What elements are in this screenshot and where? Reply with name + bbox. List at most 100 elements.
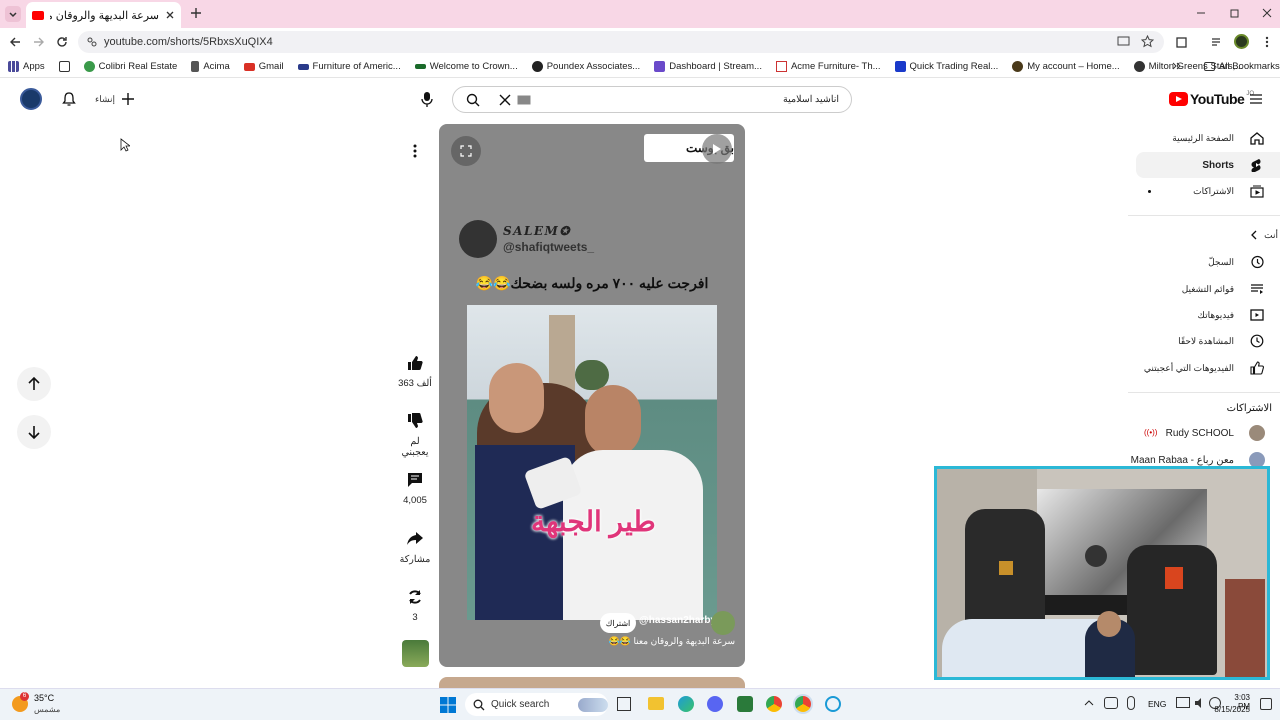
url-field[interactable]: youtube.com/shorts/5RbxsXuQIX4 [78, 31, 1164, 53]
like-action[interactable]: 363 ألف [398, 348, 432, 389]
onedrive-icon[interactable] [1104, 697, 1118, 709]
next-short-button[interactable] [17, 415, 51, 449]
sidebar-item-watch-later[interactable]: المشاهدة لاحقًا [1128, 328, 1280, 354]
sidebar-item-your-videos[interactable]: فيديوهاتك [1128, 302, 1280, 328]
forward-button[interactable] [32, 35, 46, 49]
sidebar-item-history[interactable]: السجلّ [1128, 249, 1280, 275]
channel-handle[interactable]: @hassan2harby [639, 615, 716, 626]
short-title[interactable]: سرعة البديهة والروقان معنا 😂😂 [449, 636, 735, 647]
sidebar-channel-rudy[interactable]: ((•)) Rudy SCHOOL [1128, 420, 1280, 446]
search-input[interactable]: اناشيد اسلامية [783, 94, 839, 105]
clock-date[interactable]: 8/15/2025 [1212, 705, 1250, 714]
bookmark-furniture-america[interactable]: Furniture of Americ... [297, 61, 401, 72]
media-button[interactable] [1210, 35, 1224, 49]
sidebar-item-home[interactable]: الصفحة الرئيسية [1128, 125, 1280, 151]
weather-condition[interactable]: مشمس [34, 705, 60, 714]
notifications-button[interactable] [61, 91, 77, 107]
subscribe-button[interactable]: اشتراك [600, 613, 636, 633]
site-info-icon[interactable] [86, 36, 98, 48]
double-chevron-icon [1172, 62, 1181, 70]
more-bookmarks-button[interactable] [1172, 61, 1182, 71]
youtube-logo[interactable]: YouTube JO [1169, 91, 1254, 107]
back-button[interactable] [8, 35, 22, 49]
reload-button[interactable] [55, 35, 69, 49]
short-player[interactable]: بق بوست SALEM✪ @shafiqtweets_ افرجت عليه… [439, 124, 745, 667]
edge-icon[interactable] [678, 696, 694, 712]
notification-icon[interactable] [1260, 698, 1272, 710]
create-button[interactable]: إنشاء [90, 87, 140, 111]
fullscreen-button[interactable] [451, 136, 481, 166]
bookmark-quick-trading[interactable]: Quick Trading Real... [894, 61, 998, 72]
remix-action[interactable]: 3 [398, 582, 432, 623]
app-icon[interactable] [825, 696, 841, 712]
remix-button[interactable] [400, 582, 430, 612]
language-indicator[interactable]: ENG [1148, 699, 1166, 709]
start-button[interactable] [440, 697, 456, 713]
search-icon[interactable] [466, 93, 480, 107]
sidebar-item-subscriptions[interactable]: الاشتراكات [1128, 178, 1280, 204]
search-box[interactable]: اناشيد اسلامية [452, 86, 852, 113]
sidebar-item-liked[interactable]: الفيديوهات التي أعجبتني [1128, 355, 1280, 381]
sidebar-section-you[interactable]: أنت [1128, 222, 1280, 248]
webcam-overlay[interactable] [934, 466, 1270, 680]
bookmark-dashboard[interactable]: Dashboard | Stream... [654, 61, 762, 72]
file-explorer-icon[interactable] [648, 697, 664, 710]
volume-icon[interactable] [1194, 697, 1206, 709]
bookmark-poundex[interactable]: Poundex Associates... [531, 61, 640, 72]
profile-avatar[interactable] [1234, 34, 1249, 49]
share-icon [407, 532, 423, 545]
shorts-icon [1251, 159, 1261, 172]
share-button[interactable] [400, 524, 430, 554]
sidebar-item-playlists[interactable]: قوائم التشغيل [1128, 276, 1280, 302]
short-more-button[interactable] [404, 140, 426, 162]
sound-thumbnail[interactable] [402, 640, 429, 667]
comments-button[interactable] [400, 465, 430, 495]
bookmark-crown[interactable]: Welcome to Crown... [414, 61, 518, 72]
browser-menu-button[interactable] [1260, 35, 1274, 49]
share-action[interactable]: مشاركة [398, 524, 432, 565]
keyboard-icon[interactable] [517, 95, 531, 105]
tray-overflow-button[interactable] [1084, 699, 1094, 707]
dislike-button[interactable] [400, 406, 430, 436]
play-button[interactable] [702, 134, 732, 164]
network-icon[interactable] [1176, 697, 1190, 708]
taskbar-search[interactable]: Quick search [465, 693, 608, 716]
new-tab-button[interactable] [188, 5, 204, 21]
channel-avatar[interactable] [711, 611, 735, 635]
task-view-icon[interactable] [617, 697, 631, 711]
guide-menu-button[interactable] [1249, 92, 1263, 106]
dislike-action[interactable]: لم يعجبني [398, 406, 432, 458]
account-avatar[interactable] [20, 88, 42, 110]
chrome-icon[interactable] [766, 696, 782, 712]
bookmarks-bar: Apps Colibri Real Estate Acima Gmail Fur… [0, 56, 1280, 78]
tab-active[interactable]: سرعة البديهة والروقان معنا 😂😂 [26, 2, 181, 28]
comments-action[interactable]: 4,005 [398, 465, 432, 506]
bookmark-star-icon[interactable] [1141, 35, 1154, 48]
bookmark-acima[interactable]: Acima [191, 61, 230, 72]
minimize-button[interactable] [1194, 6, 1208, 20]
bookmark-apps[interactable]: Apps [8, 61, 45, 72]
microphone-tray-icon[interactable] [1127, 696, 1135, 710]
bookmark-my-account[interactable]: My account – Home... [1012, 61, 1120, 72]
app-icon[interactable] [737, 696, 753, 712]
weather-temp[interactable]: 35°C [34, 693, 54, 703]
chrome-active-icon[interactable] [795, 696, 811, 712]
close-window-button[interactable] [1260, 6, 1274, 20]
next-short-preview[interactable] [439, 677, 745, 688]
like-button[interactable] [400, 348, 430, 378]
sidebar-item-shorts[interactable]: Shorts [1136, 152, 1280, 178]
all-bookmarks-button[interactable]: All Bookmarks [1204, 61, 1280, 72]
extensions-button[interactable] [1175, 35, 1189, 49]
maximize-button[interactable] [1228, 6, 1242, 20]
previous-short-button[interactable] [17, 367, 51, 401]
discord-icon[interactable] [707, 696, 723, 712]
bookmark-acme[interactable]: Acme Furniture- Th... [775, 61, 881, 72]
close-icon[interactable] [165, 10, 175, 20]
bookmark-gmail[interactable]: Gmail [243, 61, 284, 72]
cast-icon[interactable] [1117, 36, 1130, 48]
voice-search-button[interactable] [420, 90, 434, 108]
bookmark-grid[interactable] [58, 61, 70, 72]
tab-list-button[interactable] [5, 6, 21, 22]
bookmark-colibri[interactable]: Colibri Real Estate [83, 61, 177, 72]
clear-icon[interactable] [499, 94, 511, 106]
